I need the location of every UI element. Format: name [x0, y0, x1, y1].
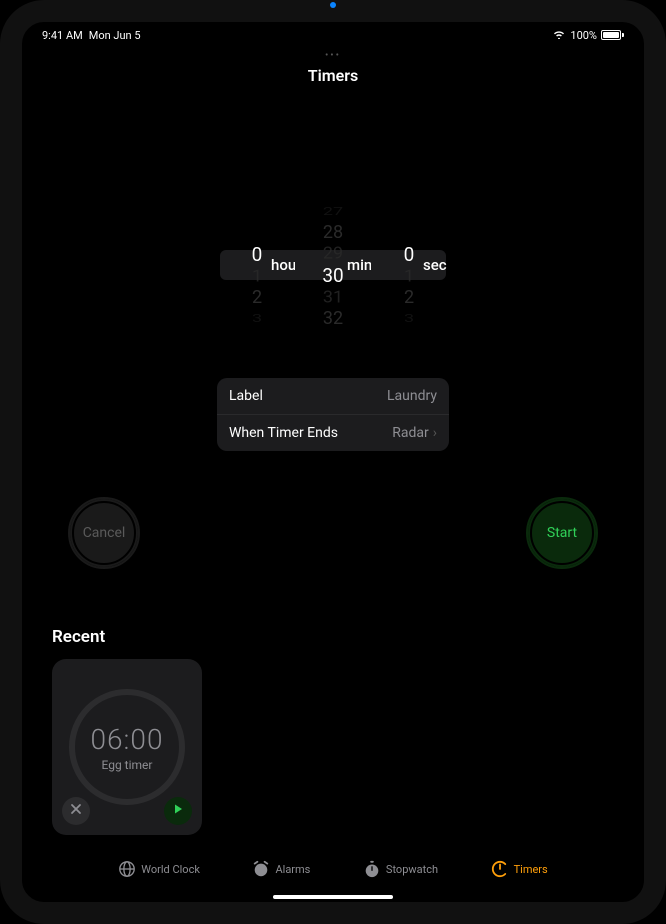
timer-duration: 06:00 — [90, 723, 163, 756]
globe-icon — [118, 860, 136, 878]
play-icon — [172, 803, 184, 819]
label-value: Laundry — [387, 388, 437, 404]
wheel-option: 3 — [394, 312, 424, 325]
tab-timers[interactable]: Timers — [491, 860, 548, 878]
play-timer-button[interactable] — [164, 797, 192, 825]
hours-unit: hours — [271, 256, 295, 274]
duration-picker[interactable]: 0 1 2 3 hours 27 28 29 30 31 32 33 min 0… — [22, 201, 644, 329]
tab-bar: World Clock Alarms Stopwatch Timers — [22, 860, 644, 890]
wheel-selected: 0 — [242, 243, 272, 266]
wheel-selected: 30 — [318, 264, 348, 287]
recent-heading: Recent — [52, 627, 614, 647]
wheel-option: 31 — [318, 288, 348, 307]
wheel-option: 3 — [242, 312, 272, 325]
recent-section: Recent 06:00 Egg timer — [52, 627, 614, 835]
close-icon — [70, 803, 82, 819]
tab-world-clock[interactable]: World Clock — [118, 860, 200, 878]
wheel-option: 29 — [318, 244, 348, 263]
battery-icon — [601, 30, 624, 40]
label-title: Label — [229, 388, 263, 404]
wheel-option: 1 — [242, 267, 272, 286]
hours-wheel[interactable]: 0 1 2 3 hours — [219, 201, 295, 329]
wheel-option: 1 — [394, 267, 424, 286]
timer-settings: Label Laundry When Timer Ends Radar › — [217, 378, 449, 451]
cancel-button[interactable]: Cancel — [70, 499, 138, 567]
tab-label: World Clock — [141, 863, 200, 876]
wheel-option: 32 — [318, 308, 348, 329]
tab-label: Stopwatch — [386, 863, 438, 876]
camera-indicator — [330, 2, 336, 8]
minutes-unit: min — [347, 256, 371, 274]
wheel-option — [242, 215, 272, 229]
wheel-option — [242, 230, 272, 243]
wheel-option — [394, 204, 424, 212]
seconds-unit: sec — [423, 256, 447, 274]
battery-percent: 100% — [570, 29, 597, 42]
ends-title: When Timer Ends — [229, 425, 338, 441]
remove-timer-button[interactable] — [62, 797, 90, 825]
tab-stopwatch[interactable]: Stopwatch — [363, 860, 438, 878]
wheel-option: 2 — [242, 287, 272, 308]
multitask-indicator[interactable]: ••• — [325, 50, 341, 61]
alarm-icon — [252, 860, 270, 878]
ends-value: Radar — [392, 425, 429, 441]
timer-icon — [491, 860, 509, 878]
wifi-icon — [552, 29, 566, 42]
wheel-selected: 0 — [394, 243, 424, 266]
wheel-option: 2 — [394, 287, 424, 308]
label-row[interactable]: Label Laundry — [217, 378, 449, 414]
timer-controls: Cancel Start — [22, 499, 644, 579]
wheel-option — [242, 204, 272, 212]
minutes-wheel[interactable]: 27 28 29 30 31 32 33 min — [295, 201, 371, 329]
wheel-option: 28 — [318, 222, 348, 243]
status-bar: 9:41 AM Mon Jun 5 100% — [22, 22, 644, 44]
when-timer-ends-row[interactable]: When Timer Ends Radar › — [217, 414, 449, 451]
timer-progress-ring: 06:00 Egg timer — [69, 689, 185, 805]
wheel-option — [394, 215, 424, 229]
recent-timer-card[interactable]: 06:00 Egg timer — [52, 659, 202, 835]
screen: 9:41 AM Mon Jun 5 100% ••• Timers 0 1 2 … — [22, 22, 644, 902]
page-title: Timers — [22, 66, 644, 85]
stopwatch-icon — [363, 860, 381, 878]
status-time: 9:41 AM — [42, 29, 83, 42]
status-date: Mon Jun 5 — [89, 29, 141, 42]
chevron-right-icon: › — [433, 425, 437, 441]
home-indicator[interactable] — [273, 895, 393, 899]
wheel-option: 27 — [318, 205, 348, 218]
start-button[interactable]: Start — [528, 499, 596, 567]
tab-label: Alarms — [275, 863, 310, 876]
seconds-wheel[interactable]: 0 1 2 3 sec — [371, 201, 447, 329]
wheel-option — [394, 230, 424, 243]
tab-label: Timers — [514, 863, 548, 876]
tab-alarms[interactable]: Alarms — [252, 860, 310, 878]
timer-card-label: Egg timer — [102, 758, 153, 772]
